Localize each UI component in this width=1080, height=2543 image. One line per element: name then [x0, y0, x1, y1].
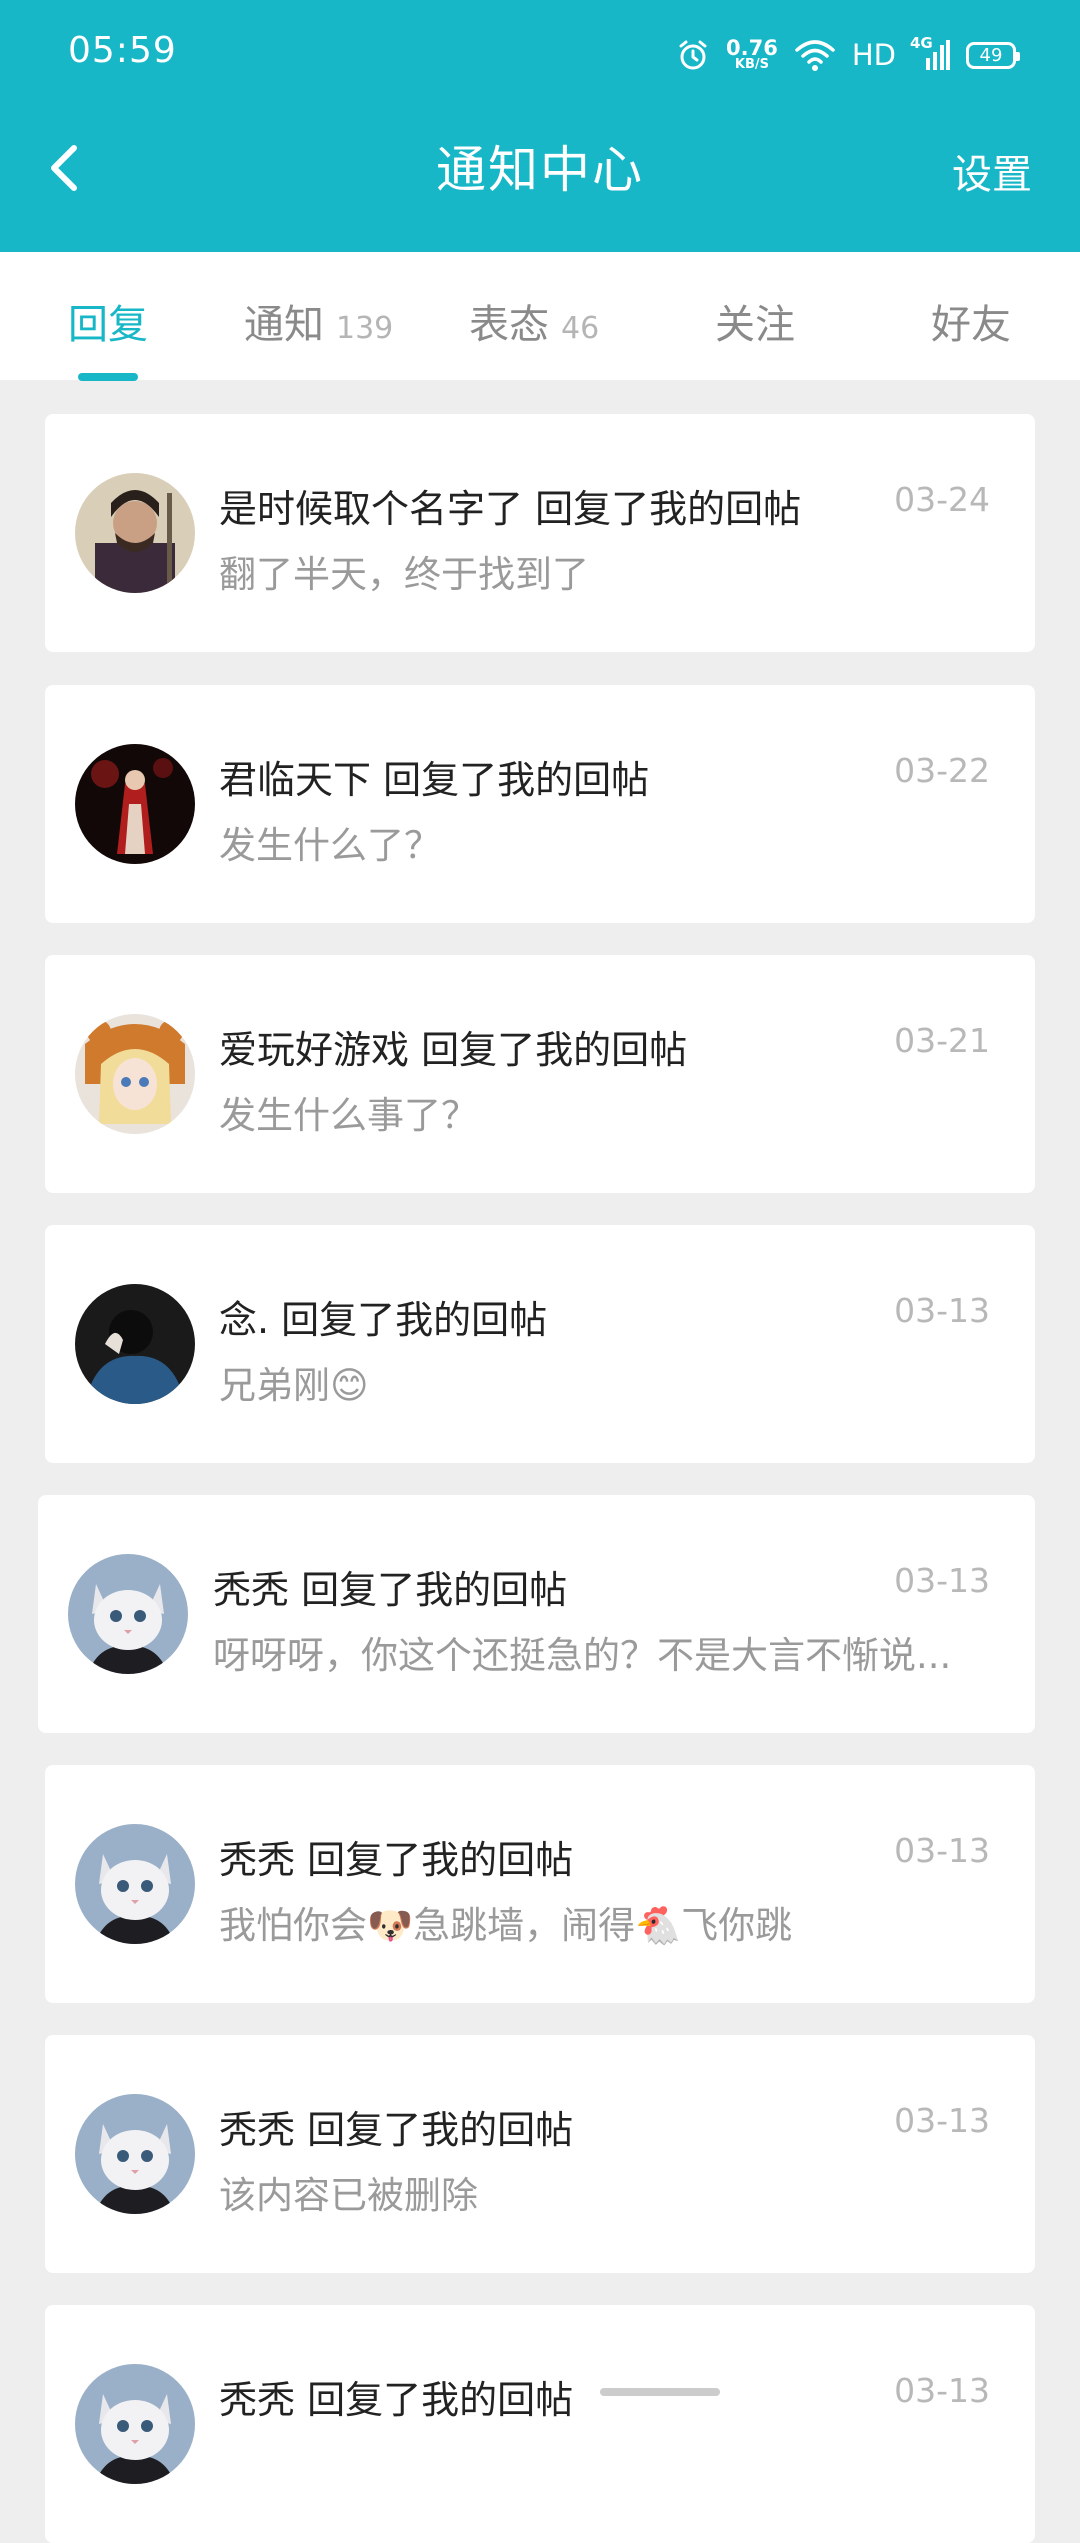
tab-label: 好友 [931, 302, 1011, 348]
reply-item[interactable]: 秃秃 回复了我的回帖 我怕你会🐶急跳墙，闹得🐔飞你跳 03-13 [45, 1765, 1035, 2003]
reply-item[interactable]: 爱玩好游戏 回复了我的回帖 发生什么事了？ 03-21 [45, 955, 1035, 1193]
reply-preview: 翻了半天，终于找到了 [219, 553, 589, 596]
reply-preview: 兄弟刚😊 [219, 1364, 369, 1407]
reply-item[interactable]: 是时候取个名字了 回复了我的回帖 翻了半天，终于找到了 03-24 [45, 414, 1035, 652]
tab-notifications[interactable]: 通知 139 [244, 292, 393, 350]
reply-item[interactable]: 君临天下 回复了我的回帖 发生什么了？ 03-22 [45, 685, 1035, 923]
reply-title: 念. 回复了我的回帖 [219, 1298, 548, 1342]
wifi-icon [795, 40, 835, 71]
cat-avatar-image [75, 1824, 195, 1944]
battery-level: 49 [979, 44, 1003, 66]
tab-label: 表态 [469, 302, 549, 348]
tab-friends[interactable]: 好友 [931, 292, 1011, 350]
alarm-icon [679, 40, 707, 70]
reply-date: 03-24 [894, 480, 990, 519]
reply-preview: 该内容已被删除 [219, 2174, 478, 2217]
reply-preview: 发生什么事了？ [219, 1094, 478, 1137]
hd-indicator: HD [851, 38, 896, 72]
reply-preview: 发生什么了？ [219, 824, 441, 867]
reply-item[interactable]: 念. 回复了我的回帖 兄弟刚😊 03-13 [45, 1225, 1035, 1463]
settings-button[interactable]: 设置 [952, 142, 1032, 200]
network-speed-value: 0.76 [726, 35, 778, 60]
network-speed-unit: KB/S [734, 56, 769, 72]
avatar[interactable] [75, 1284, 195, 1404]
reply-title: 秃秃 回复了我的回帖 [219, 2108, 574, 2152]
reply-preview: 呀呀呀，你这个还挺急的？不是大言不惭说... [213, 1634, 952, 1677]
reply-date: 03-13 [894, 2371, 990, 2410]
tab-count: 139 [336, 311, 394, 346]
signal-indicator: 4G [910, 34, 950, 72]
cat-avatar-image [75, 2094, 195, 2214]
avatar[interactable] [75, 1014, 195, 1134]
reply-title: 是时候取个名字了 回复了我的回帖 [219, 487, 802, 531]
reply-title: 秃秃 回复了我的回帖 [213, 1568, 568, 1612]
avatar[interactable] [75, 1824, 195, 1944]
page-title: 通知中心 [436, 141, 644, 199]
app-header: 05:59 0.76 KB/S HD 4G 49 通知中心 设置 [0, 0, 1080, 252]
tab-follows[interactable]: 关注 [715, 292, 795, 350]
warrior-avatar-image [75, 473, 195, 593]
cat-avatar-image [68, 1554, 188, 1674]
status-bar: 05:59 0.76 KB/S HD 4G 49 [0, 0, 1080, 110]
avatar[interactable] [75, 2364, 195, 2484]
tab-reactions[interactable]: 表态 46 [469, 292, 599, 350]
reply-preview: 我怕你会🐶急跳墙，闹得🐔飞你跳 [219, 1904, 793, 1947]
tab-label: 回复 [68, 302, 148, 348]
tab-label: 关注 [715, 302, 795, 348]
home-indicator[interactable] [600, 2388, 720, 2396]
reply-date: 03-21 [894, 1021, 990, 1060]
reply-title: 秃秃 回复了我的回帖 [219, 1838, 574, 1882]
network-speed: 0.76 KB/S [726, 35, 778, 72]
reply-item[interactable]: 秃秃 回复了我的回帖 呀呀呀，你这个还挺急的？不是大言不惭说... 03-13 [38, 1495, 1035, 1733]
battery-indicator: 49 [966, 41, 1020, 69]
network-type: 4G [910, 34, 933, 52]
reply-date: 03-13 [894, 1831, 990, 1870]
tab-label: 通知 [244, 302, 324, 348]
avatar[interactable] [75, 473, 195, 593]
reply-item[interactable]: 秃秃 回复了我的回帖 03-13 [45, 2305, 1035, 2543]
reply-date: 03-13 [894, 1561, 990, 1600]
avatar[interactable] [68, 1554, 188, 1674]
tab-count: 46 [561, 311, 600, 346]
reply-title: 爱玩好游戏 回复了我的回帖 [219, 1028, 688, 1072]
status-icons: 0.76 KB/S HD 4G 49 [676, 30, 1020, 80]
anime-girl-avatar-image [75, 1014, 195, 1134]
reply-title: 秃秃 回复了我的回帖 [219, 2378, 574, 2422]
status-time: 05:59 [68, 30, 177, 71]
cat-avatar-image [75, 2364, 195, 2484]
tab-replies[interactable]: 回复 [68, 292, 148, 350]
avatar[interactable] [75, 744, 195, 864]
tab-bar: 回复 通知 139 表态 46 关注 好友 [0, 252, 1080, 381]
avatar[interactable] [75, 2094, 195, 2214]
reply-date: 03-13 [894, 2101, 990, 2140]
person-avatar-image [75, 1284, 195, 1404]
reply-date: 03-22 [894, 751, 990, 790]
reply-item[interactable]: 秃秃 回复了我的回帖 该内容已被删除 03-13 [45, 2035, 1035, 2273]
figure-avatar-image [75, 744, 195, 864]
reply-date: 03-13 [894, 1291, 990, 1330]
reply-title: 君临天下 回复了我的回帖 [219, 758, 650, 802]
active-tab-indicator [78, 373, 138, 381]
